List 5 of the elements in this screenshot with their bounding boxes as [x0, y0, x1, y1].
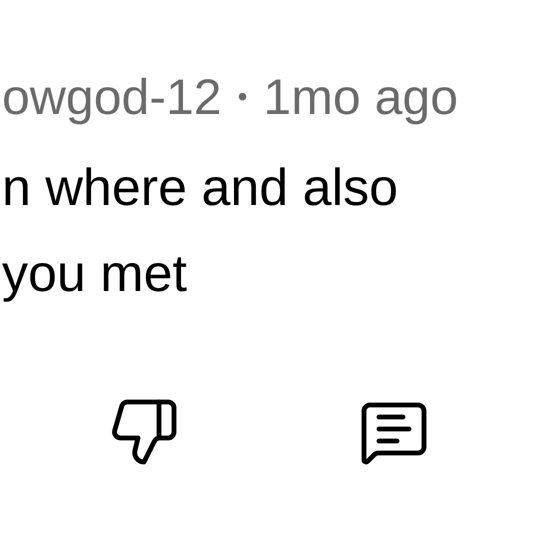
separator: • [238, 83, 248, 111]
author-name[interactable]: owgod-12 [2, 72, 222, 122]
comment-text: n where and also [2, 162, 400, 214]
comment-time: 1mo ago [263, 72, 458, 122]
comment-text: you met [2, 248, 188, 300]
